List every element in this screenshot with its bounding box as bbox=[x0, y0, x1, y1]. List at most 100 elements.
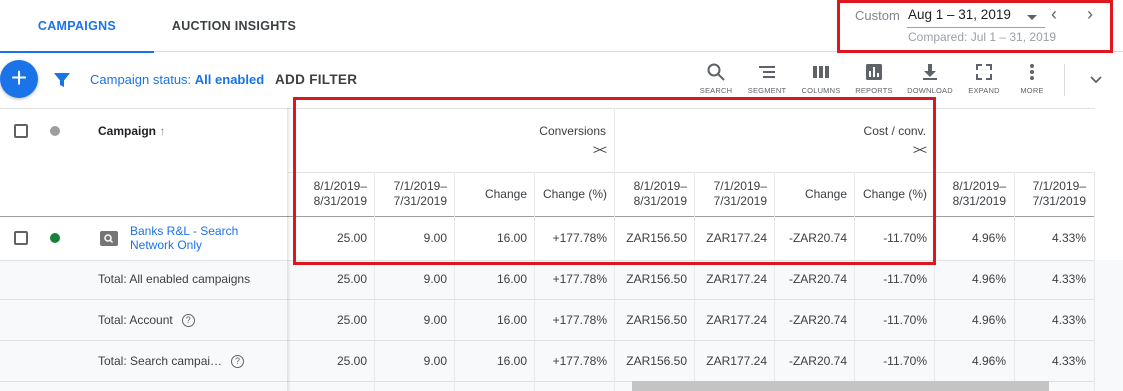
columns-tool-button[interactable]: COLUMNS bbox=[795, 62, 847, 95]
column-subheader[interactable]: 7/1/2019– 7/31/2019 bbox=[1011, 179, 1086, 209]
cost-per-conv-label: Cost / conv. bbox=[863, 124, 926, 138]
table-cell: ZAR156.50 bbox=[626, 354, 687, 368]
frozen-column-shadow bbox=[287, 108, 291, 391]
column-subheader[interactable]: 8/1/2019– 8/31/2019 bbox=[931, 179, 1006, 209]
total-row-label: Total: All enabled campaigns bbox=[98, 272, 250, 286]
column-subheader[interactable]: 7/1/2019– 7/31/2019 bbox=[372, 179, 447, 209]
table-cell: ZAR177.24 bbox=[706, 272, 767, 286]
table-cell: 4.33% bbox=[1051, 231, 1086, 245]
date-underline bbox=[907, 27, 1045, 28]
row-divider bbox=[0, 299, 1095, 300]
table-cell: 25.00 bbox=[336, 231, 367, 245]
table-cell: ZAR177.24 bbox=[706, 313, 767, 327]
table-cell: 4.33% bbox=[1051, 354, 1086, 368]
column-subheader[interactable]: Change bbox=[772, 187, 847, 202]
total-label-text: Total: Account bbox=[98, 313, 173, 327]
add-filter-button[interactable]: ADD FILTER bbox=[275, 72, 357, 87]
header-divider bbox=[288, 172, 1095, 173]
select-all-checkbox[interactable] bbox=[14, 124, 28, 138]
collapse-columns-icon[interactable]: >< bbox=[520, 142, 607, 157]
conversions-group-header[interactable]: Conversions >< bbox=[520, 124, 607, 157]
table-cell: 4.33% bbox=[1051, 313, 1086, 327]
segment-tool-label: SEGMENT bbox=[747, 86, 787, 95]
reports-tool-label: REPORTS bbox=[855, 86, 893, 95]
tab-auction-insights[interactable]: AUCTION INSIGHTS bbox=[154, 0, 314, 52]
chevron-left-icon[interactable]: ‹ bbox=[1051, 5, 1057, 23]
table-cell: ZAR156.50 bbox=[626, 272, 687, 286]
row-checkbox[interactable] bbox=[14, 231, 28, 245]
table-cell: 4.96% bbox=[971, 272, 1006, 286]
tab-campaigns[interactable]: CAMPAIGNS bbox=[0, 0, 154, 53]
compared-range: Compared: Jul 1 – 31, 2019 bbox=[908, 30, 1057, 44]
more-tool-button[interactable]: MORE bbox=[1006, 62, 1058, 95]
sort-arrow-icon: ↑ bbox=[159, 124, 166, 138]
table-cell: +177.78% bbox=[552, 231, 607, 245]
campaign-column-header[interactable]: Campaign ↑ bbox=[98, 124, 165, 138]
column-subheader[interactable]: Change bbox=[452, 187, 527, 202]
column-subheader[interactable]: Change (%) bbox=[852, 187, 927, 202]
table-cell: 9.00 bbox=[423, 272, 447, 286]
table-top-border bbox=[0, 108, 1095, 109]
filter-icon[interactable] bbox=[53, 71, 71, 89]
dropdown-caret-icon[interactable] bbox=[1027, 15, 1037, 20]
expand-tool-label: EXPAND bbox=[968, 86, 1000, 95]
campaign-status-filter[interactable]: Campaign status: All enabled bbox=[90, 72, 264, 87]
table-cell: ZAR177.24 bbox=[706, 231, 767, 245]
table-cell: 4.96% bbox=[971, 231, 1006, 245]
help-icon[interactable]: ? bbox=[181, 314, 195, 328]
reports-icon bbox=[866, 64, 882, 80]
table-cell: -11.70% bbox=[883, 231, 927, 245]
column-subheader[interactable]: 8/1/2019– 8/31/2019 bbox=[612, 179, 687, 209]
add-button[interactable]: + bbox=[0, 60, 38, 98]
table-cell: 16.00 bbox=[496, 231, 527, 245]
group-divider bbox=[614, 108, 615, 391]
conversions-label: Conversions bbox=[539, 124, 606, 138]
help-icon[interactable]: ? bbox=[231, 355, 245, 369]
collapse-columns-icon[interactable]: >< bbox=[830, 142, 927, 157]
table-cell: 4.96% bbox=[971, 313, 1006, 327]
chevron-right-icon[interactable]: › bbox=[1087, 5, 1093, 23]
segment-tool-button[interactable]: SEGMENT bbox=[741, 62, 793, 95]
table-cell: -11.70% bbox=[883, 272, 927, 286]
table-cell: 25.00 bbox=[336, 272, 367, 286]
total-row-label: Total: Search campai…? bbox=[98, 354, 245, 369]
table-cell: -ZAR20.74 bbox=[788, 231, 847, 245]
table-cell: ZAR156.50 bbox=[626, 231, 687, 245]
date-range-value[interactable]: Aug 1 – 31, 2019 bbox=[908, 7, 1011, 22]
column-subheader[interactable]: Change (%) bbox=[532, 187, 607, 202]
download-tool-button[interactable]: DOWNLOAD bbox=[904, 62, 956, 95]
table-cell: 4.96% bbox=[971, 354, 1006, 368]
campaigns-table: Campaign ↑ Conversions >< Cost / conv. >… bbox=[0, 108, 1123, 391]
toolbar-divider bbox=[1064, 64, 1065, 96]
chevron-down-icon[interactable] bbox=[1088, 72, 1104, 88]
status-header-dot bbox=[50, 126, 60, 136]
reports-tool-button[interactable]: REPORTS bbox=[848, 62, 900, 95]
table-cell: -ZAR20.74 bbox=[788, 313, 847, 327]
table-cell: ZAR156.50 bbox=[626, 313, 687, 327]
enabled-status-dot[interactable] bbox=[50, 233, 60, 243]
table-cell: +177.78% bbox=[552, 354, 607, 368]
header-bottom-border bbox=[0, 216, 1095, 217]
table-cell: 16.00 bbox=[496, 354, 527, 368]
table-cell: -ZAR20.74 bbox=[788, 272, 847, 286]
expand-tool-button[interactable]: EXPAND bbox=[958, 62, 1010, 95]
search-campaign-icon bbox=[100, 231, 118, 246]
table-cell: 25.00 bbox=[336, 354, 367, 368]
download-tool-label: DOWNLOAD bbox=[907, 86, 953, 95]
column-divider bbox=[1094, 172, 1095, 391]
table-cell: 4.33% bbox=[1051, 272, 1086, 286]
table-cell: +177.78% bbox=[552, 272, 607, 286]
column-subheader[interactable]: 7/1/2019– 7/31/2019 bbox=[692, 179, 767, 209]
status-prefix: Campaign status: bbox=[90, 72, 192, 87]
columns-tool-label: COLUMNS bbox=[801, 86, 841, 95]
campaign-name-link[interactable]: Banks R&L - Search Network Only bbox=[130, 224, 250, 252]
table-cell: 16.00 bbox=[496, 313, 527, 327]
search-tool-button[interactable]: SEARCH bbox=[690, 62, 742, 95]
download-icon bbox=[923, 64, 937, 80]
more-vert-icon bbox=[1030, 64, 1034, 80]
campaign-header-label: Campaign bbox=[98, 124, 157, 138]
cost-per-conv-group-header[interactable]: Cost / conv. >< bbox=[830, 124, 927, 157]
total-label-text: Total: Search campai… bbox=[98, 354, 223, 368]
horizontal-scrollbar[interactable] bbox=[632, 381, 1049, 391]
column-subheader[interactable]: 8/1/2019– 8/31/2019 bbox=[292, 179, 367, 209]
